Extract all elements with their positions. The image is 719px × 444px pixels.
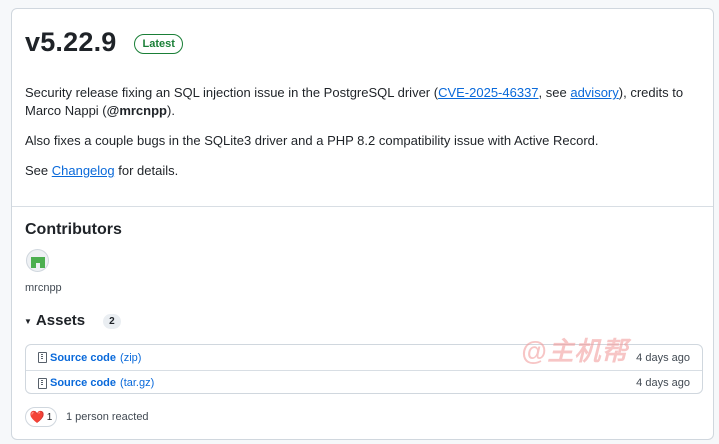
p3-text-b: for details. xyxy=(114,163,179,178)
assets-heading: Assets xyxy=(35,312,86,329)
asset-name[interactable]: Source code xyxy=(50,377,116,389)
section-divider xyxy=(12,206,713,207)
changelog-link[interactable]: Changelog xyxy=(52,163,115,178)
reaction-summary: 1 person reacted xyxy=(66,411,149,423)
assets-count-badge: 2 xyxy=(103,314,121,329)
release-version-title[interactable]: v5.22.9 xyxy=(25,27,116,58)
caret-down-icon: ▼ xyxy=(24,317,32,326)
advisory-link[interactable]: advisory xyxy=(570,85,618,100)
p1-text-a: Security release fixing an SQL injection… xyxy=(25,85,439,100)
title-row: v5.22.9 Latest xyxy=(25,27,183,58)
release-paragraph-1: Security release fixing an SQL injection… xyxy=(25,84,695,120)
p1-text-b: , see xyxy=(538,85,571,100)
reactions: ❤️ 1 1 person reacted xyxy=(25,407,149,427)
list-item[interactable]: Source code (tar.gz) 4 days ago xyxy=(26,370,702,393)
heart-icon: ❤️ xyxy=(29,410,45,424)
p1-text-d: ). xyxy=(167,103,175,118)
contributors-heading: Contributors xyxy=(25,221,122,238)
reaction-count: 1 xyxy=(46,411,53,423)
heart-reaction-button[interactable]: ❤️ 1 xyxy=(25,407,57,427)
latest-badge: Latest xyxy=(134,33,183,54)
asset-date: 4 days ago xyxy=(636,377,690,389)
watermark: @主机帮 xyxy=(521,336,629,366)
file-zip-icon xyxy=(38,352,47,363)
release-header: v5.22.9 Latest Security release fixing a… xyxy=(12,9,713,207)
user-mention[interactable]: @mrcnpp xyxy=(107,103,167,118)
asset-name[interactable]: Source code xyxy=(50,352,116,364)
contributor-name[interactable]: mrcnpp xyxy=(25,282,62,294)
p3-text-a: See xyxy=(25,163,52,178)
avatar-shape xyxy=(36,263,40,268)
asset-type[interactable]: (tar.gz) xyxy=(120,377,154,389)
cve-link[interactable]: CVE-2025-46337 xyxy=(438,85,538,100)
release-paragraph-3: See Changelog for details. xyxy=(25,162,695,180)
release-card: v5.22.9 Latest Security release fixing a… xyxy=(11,8,714,440)
avatar[interactable] xyxy=(26,249,49,272)
assets-header[interactable]: ▼ Assets 2 xyxy=(24,312,121,329)
asset-type[interactable]: (zip) xyxy=(120,352,141,364)
file-zip-icon xyxy=(38,377,47,389)
release-notes: Security release fixing an SQL injection… xyxy=(25,84,695,192)
release-paragraph-2: Also fixes a couple bugs in the SQLite3 … xyxy=(25,133,599,148)
asset-date: 4 days ago xyxy=(636,351,690,364)
